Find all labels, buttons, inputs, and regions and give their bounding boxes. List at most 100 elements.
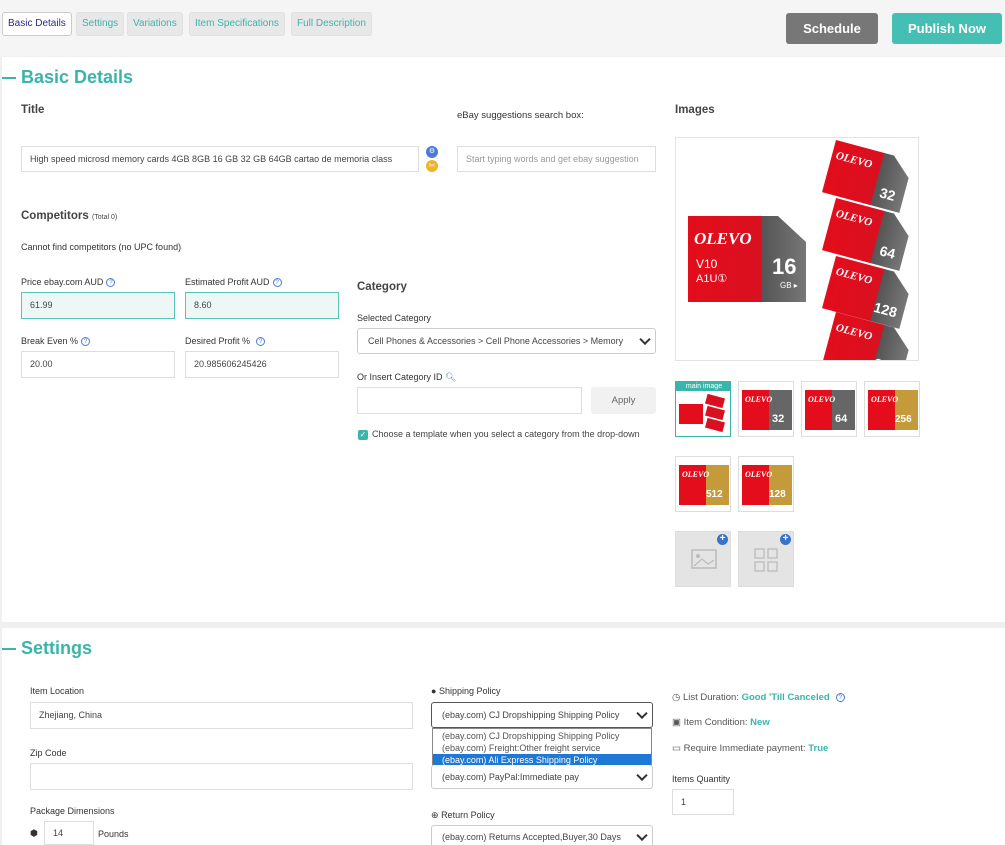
- thumbnail-32gb[interactable]: OLEVO 32: [738, 381, 794, 437]
- thumbnail-image: OLEVO 256: [868, 390, 918, 430]
- dropdown-option[interactable]: (ebay.com) Freight:Other freight service: [433, 742, 651, 754]
- category-select[interactable]: Cell Phones & Accessories > Cell Phone A…: [357, 328, 656, 354]
- thumbnail-image: OLEVO32: [742, 390, 792, 430]
- help-icon[interactable]: ?: [81, 337, 91, 347]
- desired-profit-label: Desired Profit %?: [185, 336, 266, 347]
- chevron-down-icon: [636, 769, 648, 782]
- package-dimensions-label: Package Dimensions: [30, 806, 115, 816]
- basic-details-heading: Basic Details: [21, 67, 134, 87]
- svg-text:OLEVO: OLEVO: [682, 470, 709, 479]
- tab-variations[interactable]: Variations: [127, 12, 183, 36]
- return-policy-select[interactable]: (ebay.com) Returns Accepted,Buyer,30 Day…: [431, 825, 653, 845]
- tab-item-specifications[interactable]: Item Specifications: [189, 12, 285, 36]
- price-input[interactable]: 61.99: [21, 292, 175, 319]
- svg-text:OLEVO: OLEVO: [745, 395, 772, 404]
- item-location-input[interactable]: Zhejiang, China: [30, 702, 413, 729]
- svg-text:512: 512: [706, 489, 723, 500]
- publish-now-button[interactable]: Publish Now: [892, 13, 1002, 44]
- ebay-suggestions-input[interactable]: Start typing words and get ebay suggesti…: [457, 146, 656, 172]
- search-icon[interactable]: 🔍︎: [445, 372, 456, 382]
- item-location-label: Item Location: [30, 686, 85, 696]
- svg-text:A1U①: A1U①: [696, 273, 727, 285]
- add-icon[interactable]: +: [717, 534, 728, 545]
- thumbnail-128gb[interactable]: OLEVO 128: [738, 456, 794, 512]
- help-icon[interactable]: ?: [106, 278, 116, 288]
- images-label: Images: [675, 104, 715, 116]
- main-image-badge: main image: [676, 382, 730, 391]
- dropdown-option[interactable]: (ebay.com) CJ Dropshipping Shipping Poli…: [433, 730, 651, 742]
- insert-category-label-text: Or Insert Category ID: [357, 372, 443, 382]
- items-quantity-label: Items Quantity: [672, 774, 731, 784]
- package-weight-input[interactable]: 14: [44, 821, 94, 845]
- tab-basic-details[interactable]: Basic Details: [2, 12, 72, 36]
- category-id-input[interactable]: [357, 387, 582, 414]
- thumbnail-image: OLEVO 128: [742, 465, 792, 505]
- svg-text:OLEVO: OLEVO: [745, 470, 772, 479]
- payment-policy-select[interactable]: (ebay.com) PayPal:Immediate pay: [431, 765, 653, 789]
- items-quantity-input[interactable]: 1: [672, 789, 734, 815]
- immediate-payment-label: Require Immediate payment:: [683, 743, 806, 754]
- thumbnail-64gb[interactable]: OLEVO 64: [801, 381, 857, 437]
- thumbnail-512gb[interactable]: OLEVO 512: [675, 456, 731, 512]
- apply-button[interactable]: Apply: [591, 387, 656, 414]
- thumbnail-256gb[interactable]: OLEVO 256: [864, 381, 920, 437]
- svg-text:GB ▸: GB ▸: [780, 281, 798, 290]
- return-policy-value: (ebay.com) Returns Accepted,Buyer,30 Day…: [442, 832, 621, 842]
- tab-full-description[interactable]: Full Description: [291, 12, 372, 36]
- item-condition-value: New: [750, 717, 770, 728]
- schedule-button[interactable]: Schedule: [786, 13, 878, 44]
- template-checkbox[interactable]: ✓: [358, 430, 368, 440]
- price-label: Price ebay.com AUD?: [21, 277, 116, 288]
- title-input[interactable]: High speed microsd memory cards 4GB 8GB …: [21, 146, 419, 172]
- zip-code-input[interactable]: [30, 763, 413, 790]
- thumbnail-image: OLEVO64: [805, 390, 855, 430]
- category-select-value: Cell Phones & Accessories > Cell Phone A…: [368, 336, 624, 346]
- shipping-policy-label: ● Shipping Policy: [431, 686, 501, 696]
- thumbnail-image: OLEVO 512: [679, 465, 729, 505]
- main-product-image[interactable]: OLEVO V10 A1U① 16 GB ▸ OLEVO 32 OLEVO 64…: [675, 137, 919, 361]
- add-icon[interactable]: +: [780, 534, 791, 545]
- chevron-down-icon: [639, 333, 651, 346]
- immediate-payment: ▭ Require Immediate payment: True: [672, 743, 828, 754]
- product-image-svg: OLEVO V10 A1U① 16 GB ▸ OLEVO 32 OLEVO 64…: [688, 140, 909, 360]
- svg-text:128: 128: [769, 489, 786, 500]
- section-dash: [2, 77, 16, 79]
- copy-icon[interactable]: ⚙: [426, 146, 438, 158]
- zip-code-label: Zip Code: [30, 748, 67, 758]
- help-icon[interactable]: ?: [272, 278, 282, 288]
- tab-settings[interactable]: Settings: [76, 12, 125, 36]
- desired-profit-input[interactable]: 20.985606245426: [185, 351, 339, 378]
- svg-text:OLEVO: OLEVO: [871, 395, 898, 404]
- svg-text:16: 16: [772, 254, 796, 279]
- credit-card-icon: ▭: [672, 743, 681, 754]
- shipping-policy-select[interactable]: (ebay.com) CJ Dropshipping Shipping Poli…: [431, 702, 653, 728]
- thumbnail-image: [679, 394, 725, 433]
- svg-text:V10: V10: [696, 257, 718, 271]
- desired-profit-label-text: Desired Profit %: [185, 336, 251, 346]
- shipping-policy-label-text: Shipping Policy: [438, 686, 501, 696]
- list-duration-label: List Duration:: [682, 692, 739, 703]
- competitors-label-text: Competitors: [21, 210, 89, 222]
- break-even-input[interactable]: 20.00: [21, 351, 175, 378]
- help-icon[interactable]: ?: [835, 692, 845, 702]
- estimated-profit-label-text: Estimated Profit AUD: [185, 277, 270, 287]
- estimated-profit-label: Estimated Profit AUD?: [185, 277, 282, 288]
- list-duration-value: Good 'Till Canceled: [741, 692, 830, 703]
- section-dash: [2, 648, 16, 650]
- chevron-down-icon: [636, 707, 648, 720]
- help-icon[interactable]: ?: [256, 337, 266, 347]
- svg-text:64: 64: [835, 413, 848, 425]
- payment-policy-value: (ebay.com) PayPal:Immediate pay: [442, 772, 579, 782]
- category-heading: Category: [357, 281, 407, 293]
- globe-icon: ●: [431, 686, 437, 696]
- scissors-icon[interactable]: ✂: [426, 160, 438, 172]
- return-policy-label: ⊕ Return Policy: [431, 810, 495, 821]
- gift-icon: ▣: [672, 717, 681, 728]
- estimated-profit-input[interactable]: 8.60: [185, 292, 339, 319]
- immediate-payment-value: True: [808, 743, 829, 754]
- thumbnail-main[interactable]: main image: [675, 381, 731, 437]
- list-duration: ◷ List Duration: Good 'Till Canceled?: [672, 692, 845, 703]
- competitors-total: (Total 0): [91, 214, 118, 221]
- competitors-message: Cannot find competitors (no UPC found): [21, 242, 182, 252]
- selected-category-label: Selected Category: [357, 313, 432, 323]
